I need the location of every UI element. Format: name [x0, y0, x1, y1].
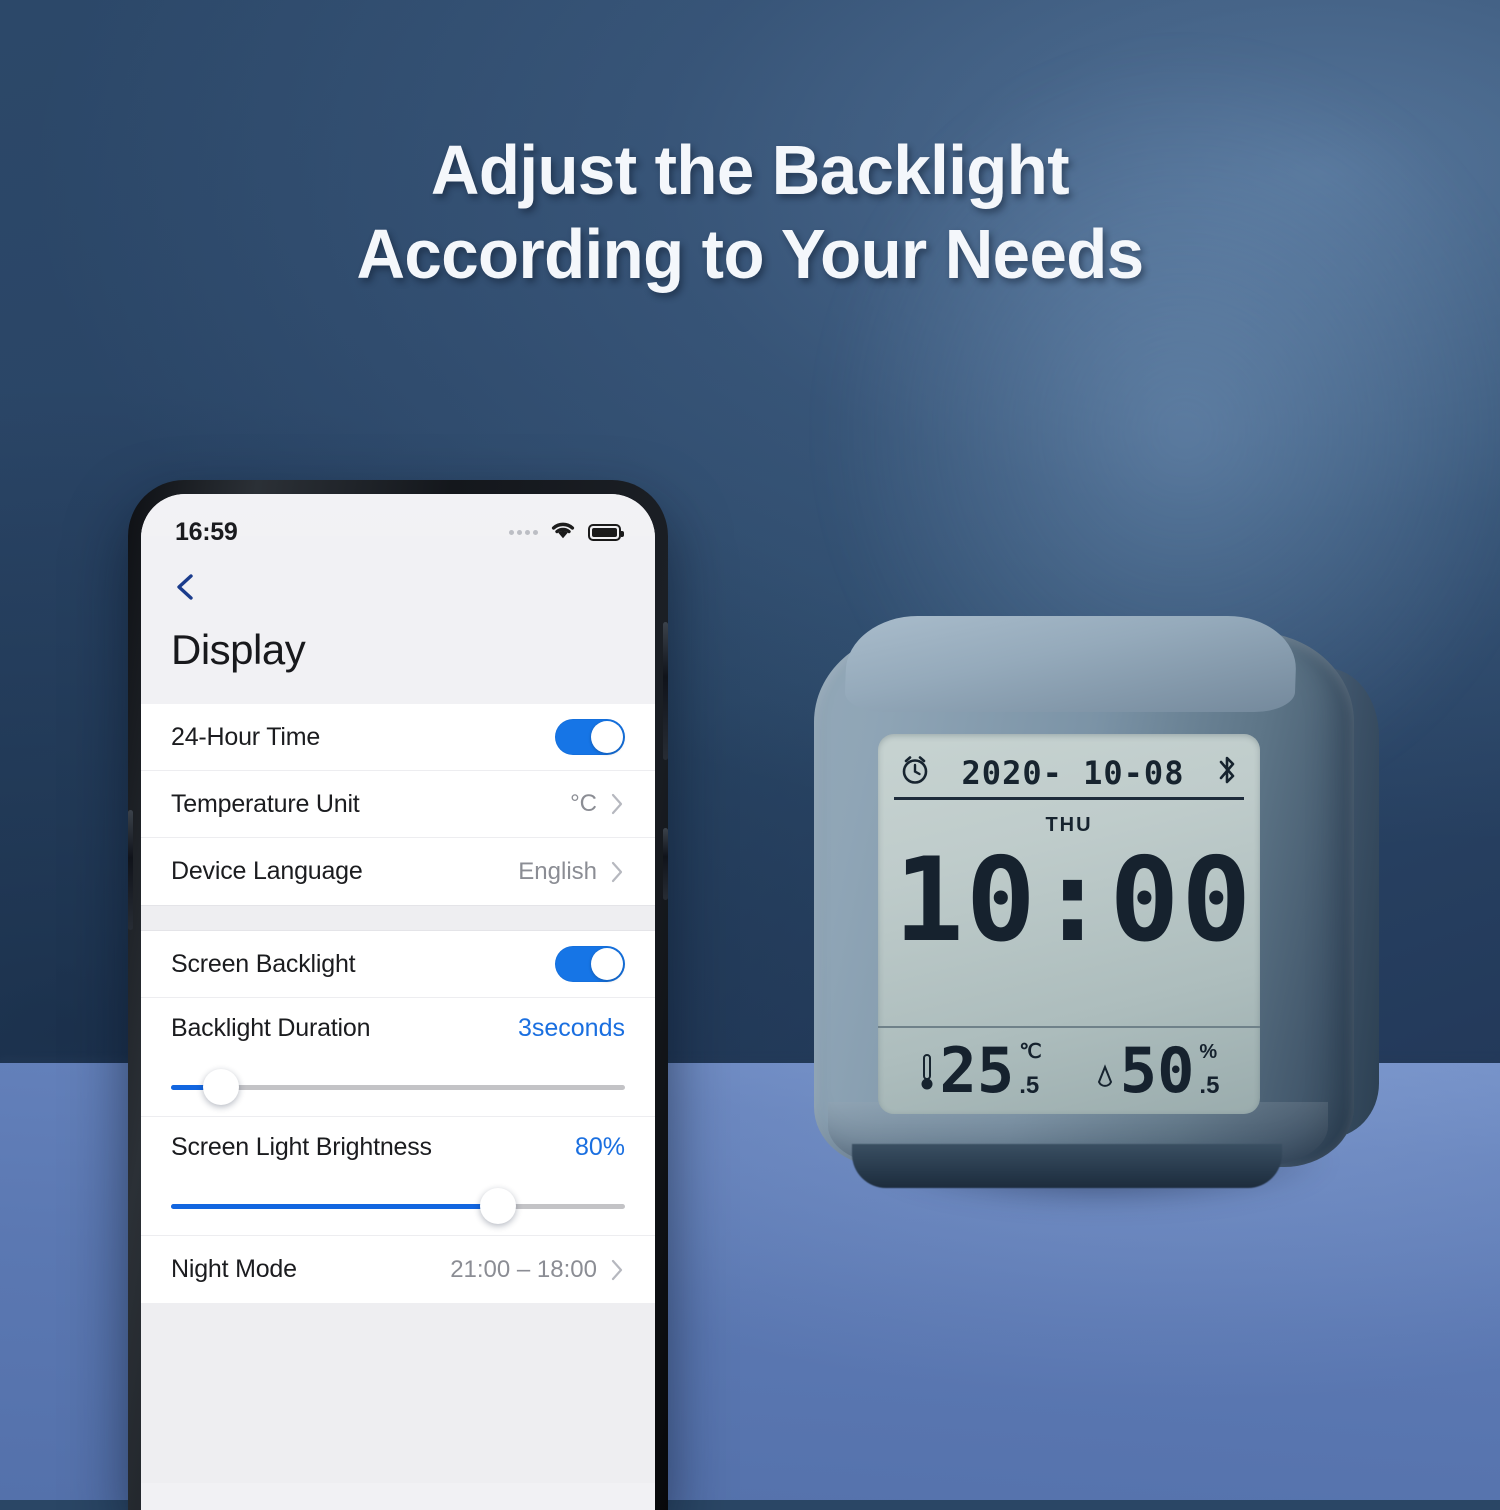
row-control: English [518, 858, 625, 886]
row-label: Temperature Unit [171, 789, 360, 818]
row-backlight-duration: Backlight Duration 3seconds [141, 998, 655, 1117]
row-night-mode[interactable]: Night Mode 21:00 – 18:00 [141, 1236, 655, 1303]
row-label: Device Language [171, 857, 363, 885]
brightness-header: Screen Light Brightness 80% [171, 1117, 625, 1177]
backlight-duration-slider[interactable] [171, 1058, 625, 1116]
brightness-slider[interactable] [171, 1177, 625, 1235]
row-temperature-unit[interactable]: Temperature Unit °C [141, 771, 655, 838]
chevron-right-icon [610, 792, 625, 816]
phone-side-button[interactable] [663, 828, 668, 900]
phone-power-button[interactable] [663, 622, 668, 760]
wifi-icon [549, 519, 577, 545]
row-24-hour-time[interactable]: 24-Hour Time [141, 704, 655, 771]
settings-section-backlight: Screen Backlight Backlight Duration 3sec… [141, 931, 655, 1303]
temperature-unit: ℃ [1019, 1041, 1042, 1063]
phone-mockup: 16:59 Display 24-Hour Time Temperature U… [128, 480, 668, 1510]
lcd-top-bar: 2020- 10-08 [894, 748, 1244, 800]
chevron-right-icon [610, 860, 625, 884]
alarm-clock-icon [898, 753, 932, 792]
lcd-date: 2020- 10-08 [961, 753, 1185, 792]
slider-fill [171, 1203, 498, 1209]
humidity-decimal: .5 [1199, 1072, 1220, 1099]
temperature-decimal: .5 [1019, 1072, 1040, 1099]
row-control: °C [570, 790, 625, 818]
device-language-value: English [518, 857, 597, 885]
backlight-duration-value: 3seconds [517, 1013, 625, 1042]
row-label: Screen Backlight [171, 949, 356, 978]
settings-section-general: 24-Hour Time Temperature Unit °C Device … [141, 704, 655, 905]
lcd-time: 10:00 [894, 833, 1254, 968]
humidity-suffix: % .5 [1199, 1042, 1219, 1100]
row-screen-backlight[interactable]: Screen Backlight [141, 931, 655, 998]
toggle-24-hour-time[interactable] [555, 719, 625, 755]
chevron-right-icon [610, 1258, 625, 1282]
battery-full-icon [588, 523, 624, 541]
headline-line-2: According to Your Needs [356, 215, 1144, 293]
clock-lcd-screen: 2020- 10-08 THU 10:00 25 ℃ .5 50 % .5 [878, 734, 1260, 1114]
brightness-value: 80% [574, 1132, 625, 1161]
slider-thumb[interactable] [479, 1188, 516, 1224]
phone-screen: 16:59 Display 24-Hour Time Temperature U… [141, 494, 655, 1510]
lcd-weekday: THU [1045, 814, 1093, 836]
row-control [555, 946, 625, 982]
lcd-temperature-reading: 25 ℃ .5 [919, 1034, 1042, 1107]
status-bar-time: 16:59 [175, 517, 238, 546]
toggle-screen-backlight[interactable] [555, 946, 625, 982]
thermometer-icon [919, 1049, 935, 1100]
temperature-unit-value: °C [570, 790, 597, 817]
smart-alarm-clock-device: 2020- 10-08 THU 10:00 25 ℃ .5 50 % .5 [800, 616, 1390, 1222]
night-mode-value: 21:00 – 18:00 [450, 1255, 597, 1283]
status-bar-icons [509, 519, 624, 545]
row-control [555, 719, 625, 755]
backlight-duration-header: Backlight Duration 3seconds [171, 998, 625, 1058]
water-drop-icon [1095, 1055, 1115, 1100]
clock-top-face [844, 616, 1298, 712]
status-bar: 16:59 [141, 494, 655, 556]
signal-dots-icon [509, 529, 538, 535]
row-label: Screen Light Brightness [171, 1132, 432, 1161]
temperature-value: 25 [939, 1034, 1015, 1107]
humidity-unit: % [1199, 1041, 1218, 1063]
row-label: Backlight Duration [171, 1013, 371, 1042]
lcd-humidity-reading: 50 % .5 [1095, 1034, 1219, 1107]
back-chevron-icon[interactable] [169, 570, 203, 604]
row-label: 24-Hour Time [171, 722, 321, 751]
page-title: Display [141, 618, 655, 704]
clock-foot [852, 1144, 1282, 1188]
humidity-value: 50 [1119, 1034, 1195, 1107]
row-control: 21:00 – 18:00 [450, 1256, 625, 1284]
slider-thumb[interactable] [202, 1069, 239, 1105]
lcd-sensor-bar: 25 ℃ .5 50 % .5 [878, 1026, 1260, 1114]
headline-line-1: Adjust the Backlight [430, 131, 1070, 209]
navigation-bar [141, 556, 655, 618]
row-screen-light-brightness: Screen Light Brightness 80% [141, 1117, 655, 1236]
slider-rail [171, 1084, 625, 1090]
section-divider [141, 905, 655, 931]
bluetooth-icon [1214, 753, 1240, 792]
list-empty-area [141, 1303, 655, 1483]
temperature-suffix: ℃ .5 [1019, 1042, 1041, 1100]
page-headline: Adjust the Backlight According to Your N… [30, 128, 1470, 296]
row-label: Night Mode [171, 1255, 297, 1283]
row-device-language[interactable]: Device Language English [141, 838, 655, 905]
phone-volume-button[interactable] [128, 810, 133, 930]
